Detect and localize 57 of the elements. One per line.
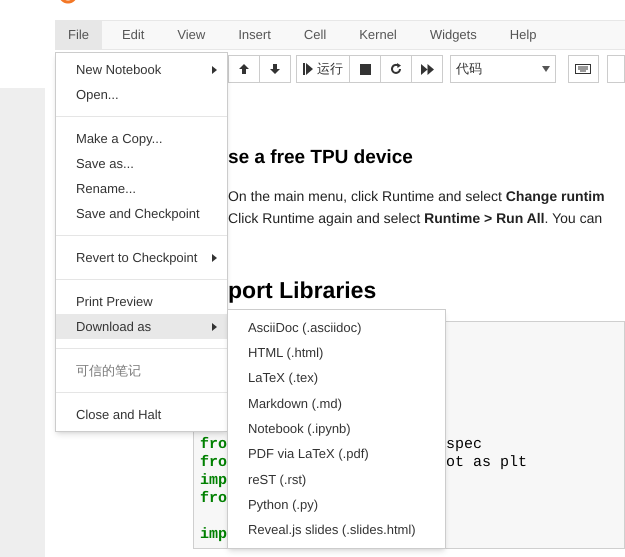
menu-entry[interactable]: Download as xyxy=(56,314,227,339)
code-text: spec xyxy=(446,436,482,454)
code-text: ot as plt xyxy=(446,454,528,472)
menu-entry[interactable]: Open... xyxy=(56,82,227,107)
menu-entry[interactable]: LaTeX (.tex) xyxy=(228,366,445,391)
arrow-down-icon xyxy=(269,63,281,75)
move-down-button[interactable] xyxy=(259,55,291,83)
caret-right-icon xyxy=(212,66,217,74)
menu-entry[interactable]: Save as... xyxy=(56,151,227,176)
caret-right-icon xyxy=(212,322,217,330)
menu-entry[interactable]: Reveal.js slides (.slides.html) xyxy=(228,517,445,543)
menu-entry[interactable]: AsciiDoc (.asciidoc) xyxy=(228,315,445,340)
code-keyword: fro xyxy=(200,454,228,471)
paragraph-line: On the main menu, click Runtime and select Change runtim xyxy=(228,187,606,206)
code-keyword: fro xyxy=(200,436,228,453)
menu-item[interactable]: View xyxy=(164,21,218,49)
menu-item[interactable]: Help xyxy=(496,21,550,49)
section-heading: port Libraries xyxy=(228,279,378,302)
stop-icon xyxy=(360,64,370,74)
menu-entry[interactable]: New Notebook xyxy=(56,57,227,82)
menu-entry[interactable]: Print Preview xyxy=(56,289,227,314)
move-up-button[interactable] xyxy=(228,55,260,83)
code-keyword: imp xyxy=(200,472,228,489)
menu-entry[interactable]: Close and Halt xyxy=(56,402,227,427)
stop-button[interactable] xyxy=(349,55,381,83)
restart-button[interactable] xyxy=(380,55,412,83)
fast-forward-button[interactable] xyxy=(411,55,443,83)
restart-icon xyxy=(390,63,402,75)
dropdown-icon xyxy=(542,66,550,72)
menu-item[interactable]: Cell xyxy=(290,21,340,49)
arrow-up-icon xyxy=(238,63,250,75)
menu-entry[interactable]: HTML (.html) xyxy=(228,340,445,366)
code-keyword: fro xyxy=(200,490,228,507)
section-heading: se a free TPU device xyxy=(228,148,414,167)
menu-entry[interactable]: Notebook (.ipynb) xyxy=(228,416,445,442)
menu-entry[interactable]: reST (.rst) xyxy=(228,466,445,492)
cell-type-select[interactable]: 代码 xyxy=(450,55,556,83)
caret-right-icon xyxy=(212,254,217,262)
menu-entry[interactable]: Make a Copy... xyxy=(56,126,227,151)
menu-entry[interactable]: Rename... xyxy=(56,176,227,201)
menu-entry[interactable]: Revert to Checkpoint xyxy=(56,245,227,270)
menu-item[interactable]: Edit xyxy=(108,21,158,49)
keyboard-button[interactable] xyxy=(568,55,599,83)
menu-item[interactable]: Kernel xyxy=(346,21,410,49)
menu-item[interactable]: Widgets xyxy=(416,21,490,49)
step-icon xyxy=(303,63,313,75)
paragraph-line: Click Runtime again and select Runtime > Run All. You can xyxy=(228,209,604,228)
code-keyword: imp xyxy=(200,526,228,543)
menu-entry[interactable]: Save and Checkpoint xyxy=(56,201,227,226)
keyboard-icon xyxy=(575,64,592,74)
menu-entry[interactable]: Python (.py) xyxy=(228,492,445,518)
menu-item[interactable]: File xyxy=(55,21,102,49)
menu-entry[interactable]: Markdown (.md) xyxy=(228,390,445,416)
menu-entry[interactable]: PDF via LaTeX (.pdf) xyxy=(228,441,445,467)
run-button[interactable]: 运行 xyxy=(296,55,350,83)
fast-forward-icon xyxy=(420,64,434,74)
menu-item[interactable]: Insert xyxy=(225,21,284,49)
